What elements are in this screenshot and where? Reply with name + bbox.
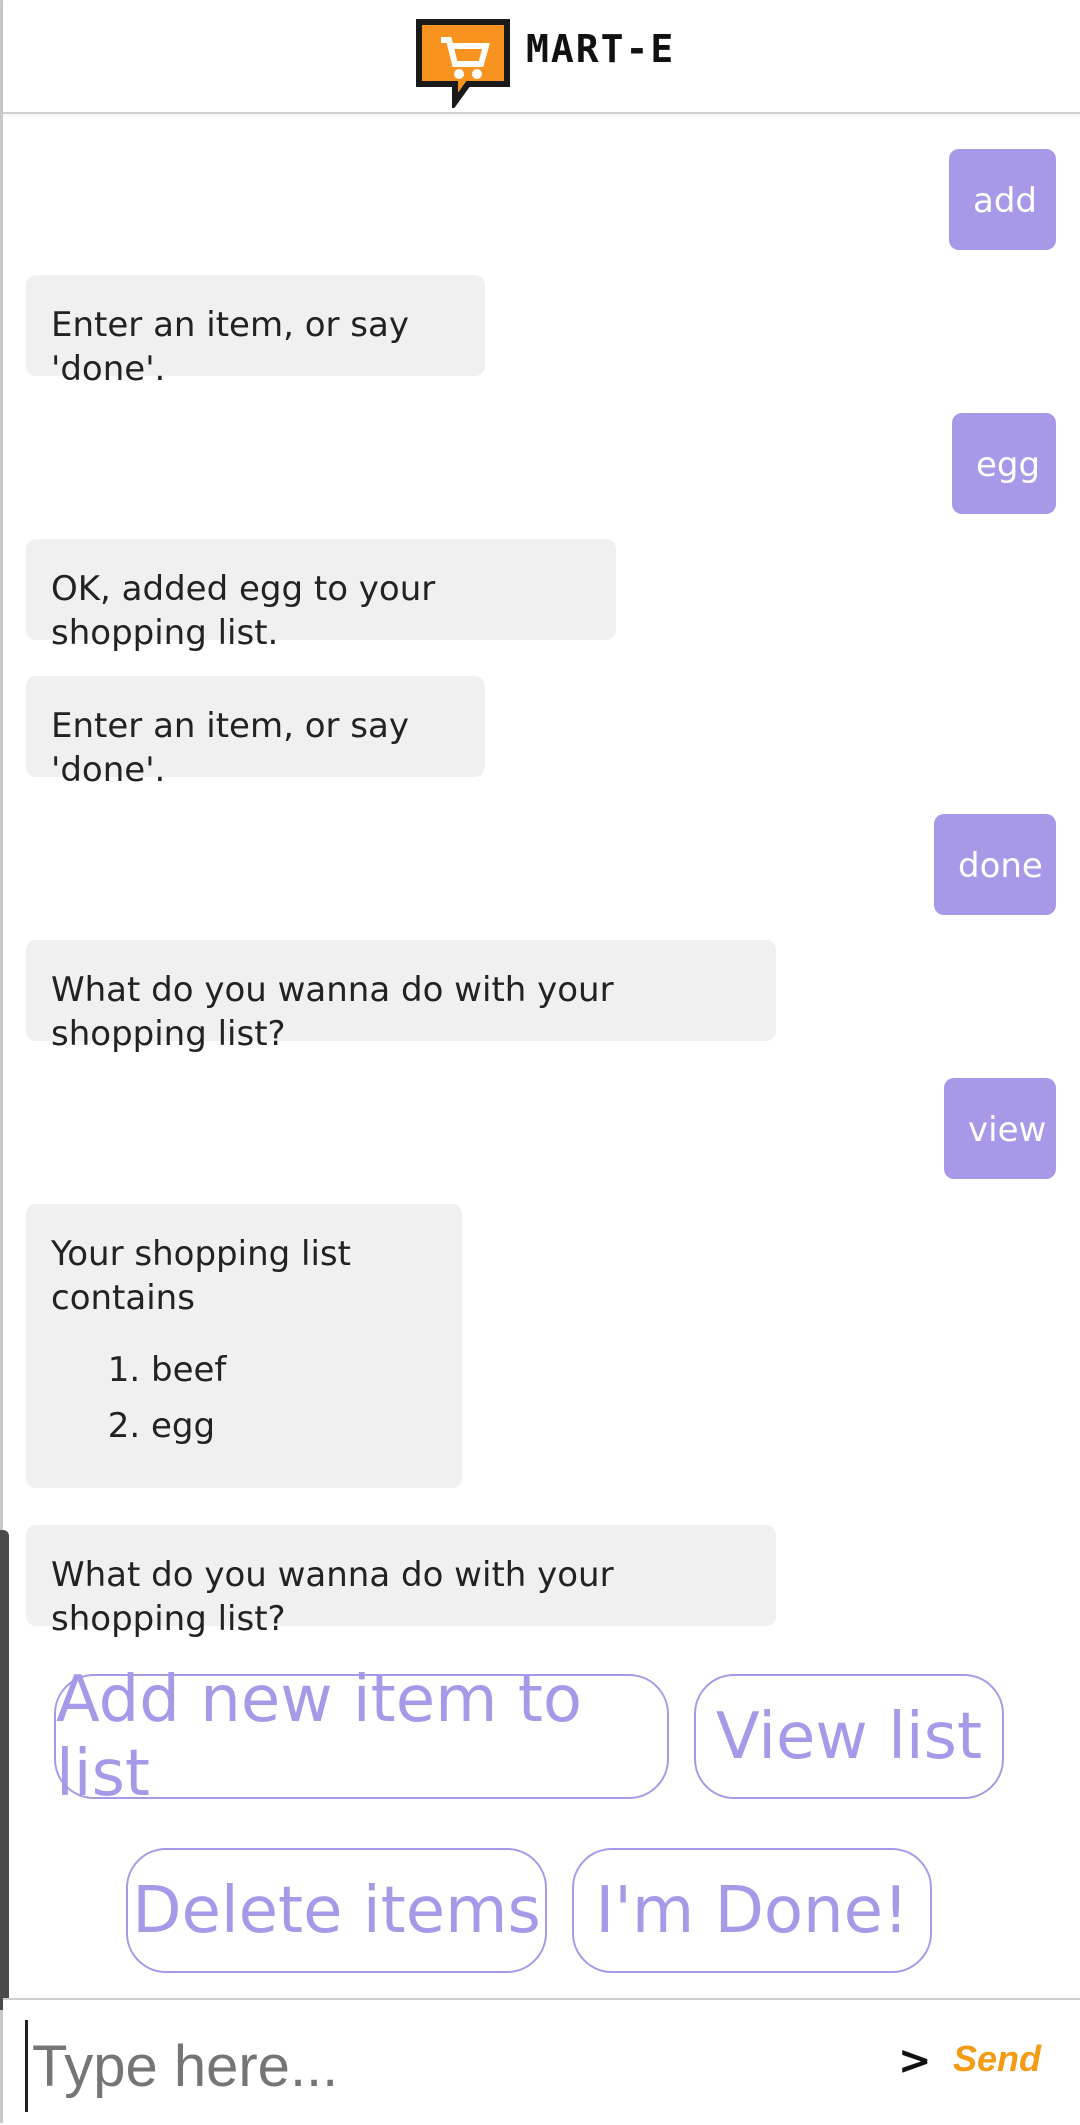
bot-message: OK, added egg to your shopping list. <box>26 539 616 653</box>
quick-reply-done[interactable]: I'm Done! <box>572 1848 932 1973</box>
bot-message-text: What do you wanna do with your shopping … <box>51 970 614 1054</box>
bot-message: What do you wanna do with your shopping … <box>26 1525 776 1639</box>
bot-message: What do you wanna do with your shopping … <box>26 940 776 1054</box>
bot-message-text: OK, added egg to your shopping list. <box>51 569 436 653</box>
scrollbar-thumb[interactable] <box>0 1530 9 2010</box>
message-input[interactable] <box>25 2020 874 2112</box>
user-message: add <box>949 149 1056 250</box>
bot-message: Enter an item, or say 'done'. <box>26 676 485 790</box>
user-message: done <box>934 814 1056 915</box>
bot-message-text: Enter an item, or say 'done'. <box>51 305 409 389</box>
bot-message: Enter an item, or say 'done'. <box>26 275 485 389</box>
quick-reply-view-list[interactable]: View list <box>694 1674 1004 1799</box>
message-composer: > Send <box>3 1998 1080 2125</box>
user-message-text: egg <box>976 445 1041 485</box>
quick-reply-delete-items[interactable]: Delete items <box>126 1848 547 1973</box>
bot-message-text: Your shopping list contains <box>51 1234 351 1318</box>
bot-message-text: Enter an item, or say 'done'. <box>51 706 409 790</box>
user-message-text: add <box>973 181 1037 221</box>
user-message-text: view <box>968 1110 1047 1150</box>
shopping-list: beef egg <box>51 1342 437 1454</box>
user-message-text: done <box>958 846 1043 886</box>
send-button[interactable]: Send <box>953 2038 1041 2080</box>
shopping-cart-speech-bubble-icon <box>413 18 513 112</box>
shopping-list-item: beef <box>151 1342 437 1398</box>
quick-reply-add-item[interactable]: Add new item to list <box>54 1663 669 1811</box>
bot-message-list: Your shopping list contains beef egg <box>26 1204 462 1488</box>
app-title: MART-E <box>526 27 676 71</box>
user-message: egg <box>952 413 1056 514</box>
send-arrow-icon: > <box>898 2038 932 2084</box>
shopping-list-item: egg <box>151 1398 437 1454</box>
user-message: view <box>944 1078 1056 1179</box>
app-header: MART-E <box>3 0 1080 114</box>
bot-message-text: What do you wanna do with your shopping … <box>51 1555 614 1639</box>
